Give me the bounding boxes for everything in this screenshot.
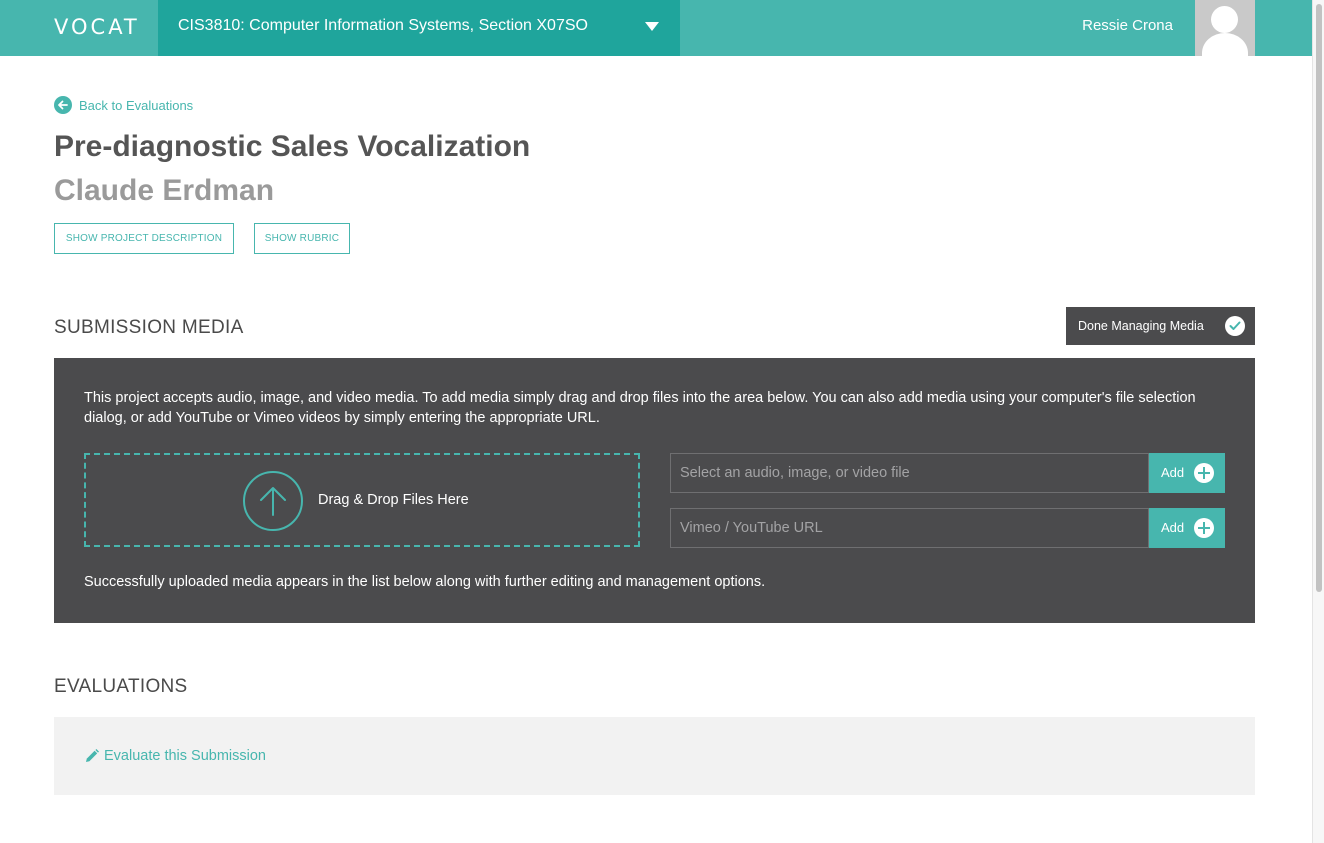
plus-icon xyxy=(1194,518,1214,538)
avatar-body xyxy=(1202,33,1248,56)
evaluations-panel: Evaluate this Submission xyxy=(54,717,1255,795)
page-title: Pre-diagnostic Sales Vocalization xyxy=(54,130,531,163)
drag-drop-zone[interactable]: Drag & Drop Files Here xyxy=(84,453,640,547)
done-managing-media-button[interactable]: Done Managing Media xyxy=(1066,307,1255,345)
student-name: Claude Erdman xyxy=(54,174,275,207)
add-url-button[interactable]: Add xyxy=(1149,508,1225,548)
top-bar: VOCAT CIS3810: Computer Information Syst… xyxy=(0,0,1312,56)
media-instructions: This project accepts audio, image, and v… xyxy=(84,390,1196,426)
check-icon xyxy=(1225,316,1245,336)
evaluate-submission-label: Evaluate this Submission xyxy=(104,748,266,764)
scrollbar-thumb[interactable] xyxy=(1316,4,1322,592)
show-project-description-button[interactable]: SHOW PROJECT DESCRIPTION xyxy=(54,223,234,254)
pencil-icon xyxy=(86,749,99,762)
vocat-logo[interactable]: VOCAT xyxy=(54,16,140,38)
scrollbar[interactable] xyxy=(1312,0,1324,843)
evaluations-heading: EVALUATIONS xyxy=(54,676,188,697)
media-footer-note: Successfully uploaded media appears in t… xyxy=(84,574,766,590)
upload-arrow-icon xyxy=(243,471,303,531)
video-url-input[interactable] xyxy=(670,508,1149,548)
user-name[interactable]: Ressie Crona xyxy=(1082,17,1173,34)
back-link-label: Back to Evaluations xyxy=(79,97,194,113)
back-to-evaluations-link[interactable]: Back to Evaluations xyxy=(54,96,193,114)
submission-media-heading: SUBMISSION MEDIA xyxy=(54,317,244,338)
add-file-button[interactable]: Add xyxy=(1149,453,1225,493)
add-url-label: Add xyxy=(1161,520,1185,535)
file-input-row: Add xyxy=(670,453,1225,493)
user-avatar-icon[interactable] xyxy=(1195,0,1255,56)
add-file-label: Add xyxy=(1161,465,1185,480)
media-upload-panel: This project accepts audio, image, and v… xyxy=(54,358,1255,623)
url-input-row: Add xyxy=(670,508,1225,548)
avatar-head xyxy=(1211,6,1238,33)
drag-drop-label: Drag & Drop Files Here xyxy=(318,492,469,508)
back-arrow-icon xyxy=(54,96,72,114)
chevron-down-icon xyxy=(645,22,659,31)
course-selector[interactable]: CIS3810: Computer Information Systems, S… xyxy=(158,0,680,56)
course-label: CIS3810: Computer Information Systems, S… xyxy=(178,17,588,34)
show-rubric-button[interactable]: SHOW RUBRIC xyxy=(254,223,350,254)
done-managing-media-label: Done Managing Media xyxy=(1078,319,1204,333)
file-select-input[interactable] xyxy=(670,453,1149,493)
plus-icon xyxy=(1194,463,1214,483)
evaluate-submission-link[interactable]: Evaluate this Submission xyxy=(84,748,266,764)
